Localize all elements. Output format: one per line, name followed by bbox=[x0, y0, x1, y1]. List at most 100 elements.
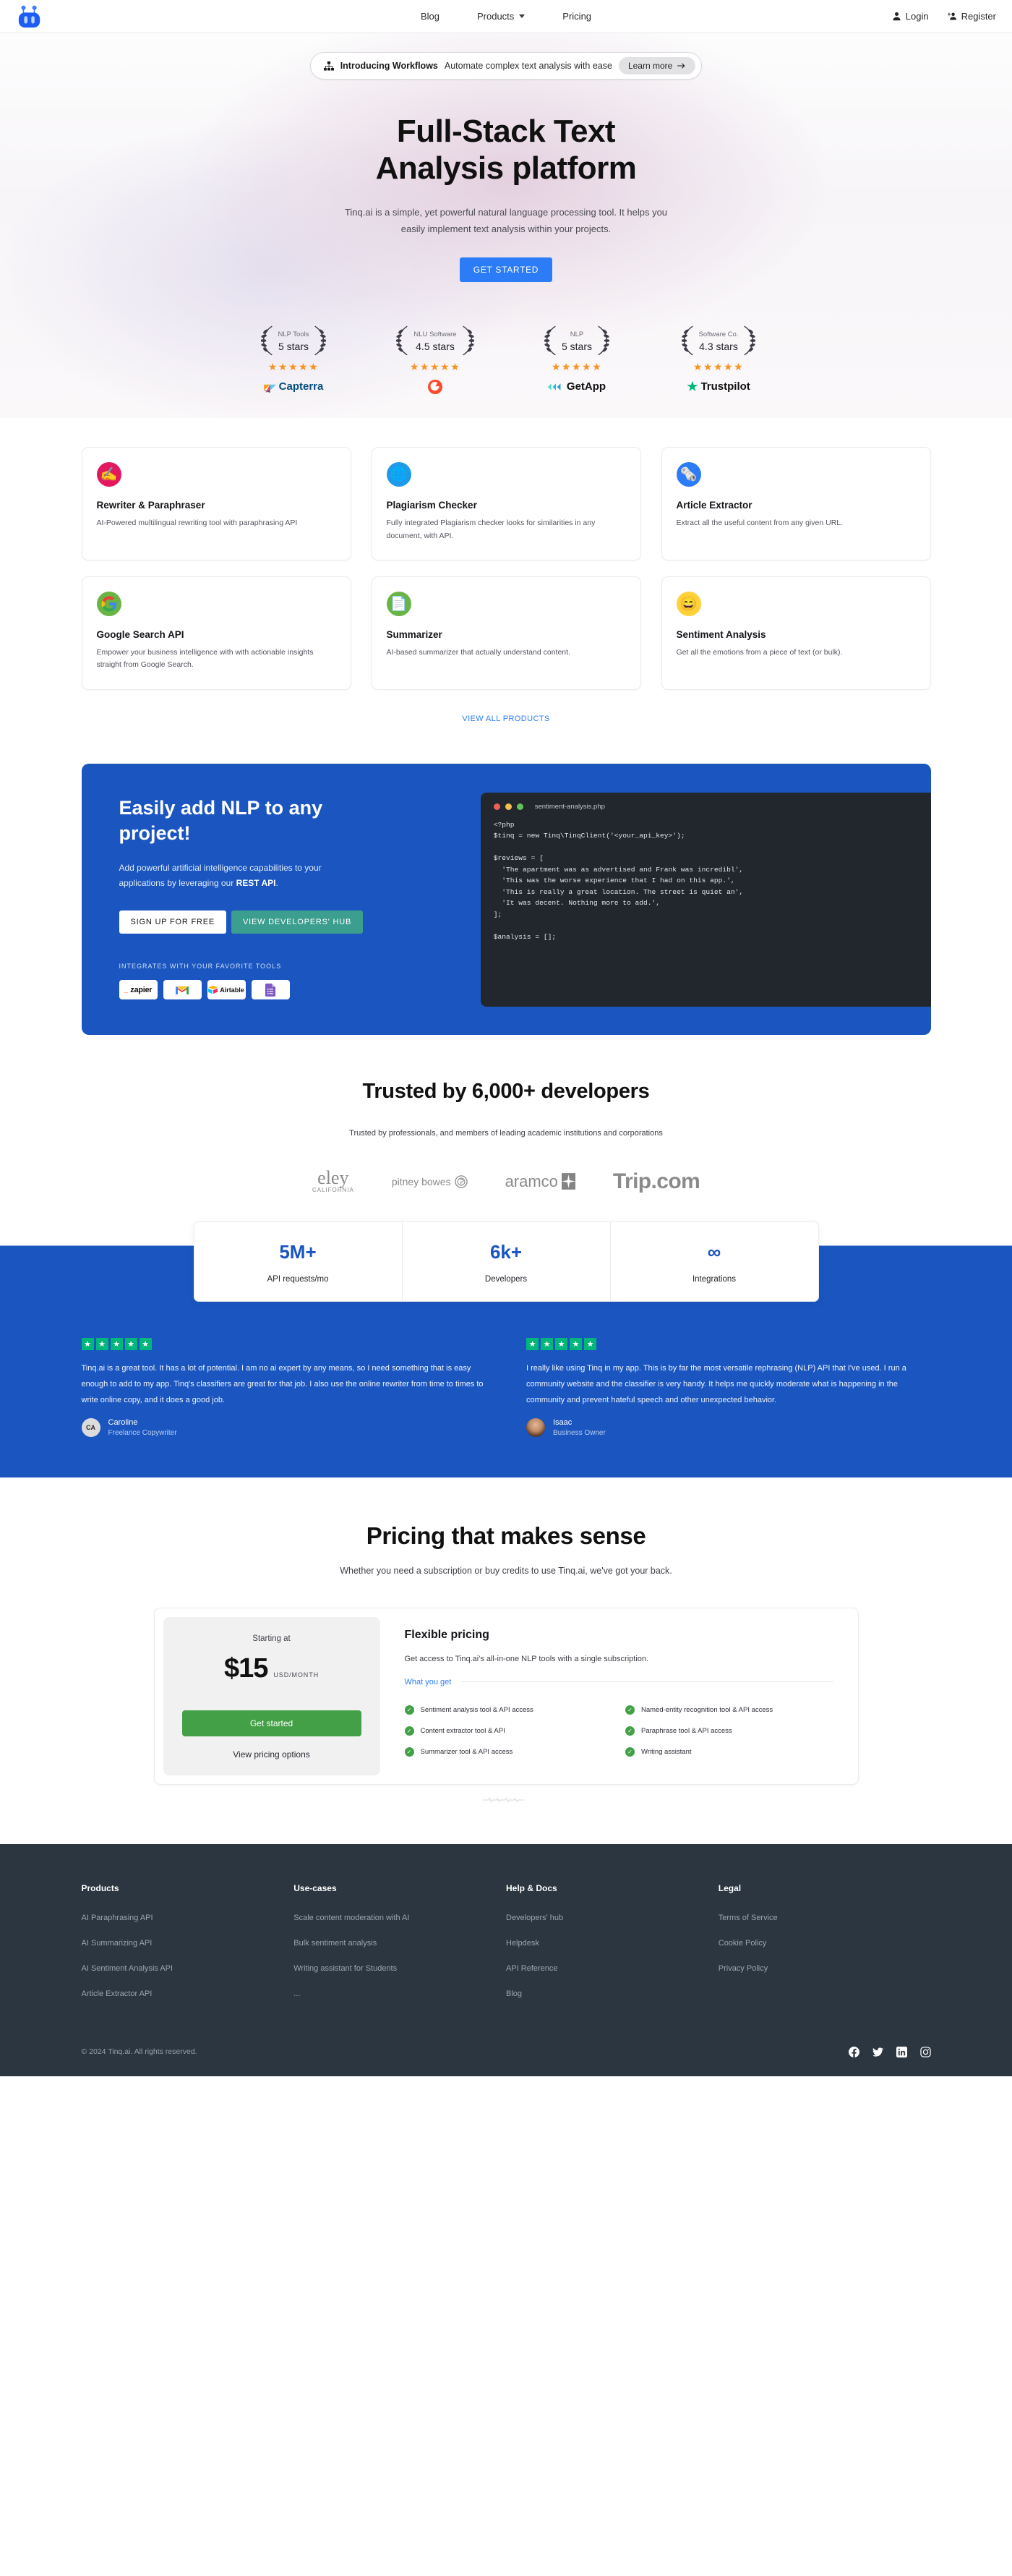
stat-value: 6k+ bbox=[489, 1240, 523, 1263]
footer-link[interactable]: Terms of Service bbox=[719, 1914, 778, 1922]
developers-hub-button[interactable]: VIEW DEVELOPERS' HUB bbox=[231, 910, 364, 934]
client-logo-pitney-bowes: pitney bowes bbox=[392, 1174, 468, 1188]
rating-badge-stars: ★★★★★ bbox=[692, 361, 745, 373]
linkedin-link[interactable] bbox=[896, 2046, 907, 2057]
pricing-feature: ✓ Named-entity recognition tool & API acc… bbox=[625, 1705, 833, 1715]
product-card-summarizer[interactable]: 📄 Summarizer AI-based summarizer that ac… bbox=[371, 576, 641, 690]
product-card-article-extractor[interactable]: 🗞️ Article Extractor Extract all the use… bbox=[661, 447, 931, 561]
hero-title-line-2: Analysis platform bbox=[375, 150, 637, 187]
login-button[interactable]: Login bbox=[892, 11, 929, 22]
announcement-bar[interactable]: Introducing Workflows Automate complex t… bbox=[309, 52, 703, 80]
window-minimize-dot[interactable] bbox=[505, 803, 512, 810]
laurel-wrap: NLP Tools 5 stars bbox=[236, 325, 351, 356]
footer-column-title: Use-cases bbox=[293, 1882, 337, 1893]
window-maximize-dot[interactable] bbox=[516, 803, 523, 810]
footer-column-title: Products bbox=[81, 1882, 119, 1893]
testimonial-stars: ★ ★ ★ ★ ★ bbox=[526, 1337, 931, 1350]
testimonial-author-name: Isaac bbox=[553, 1417, 573, 1427]
stat-developers: 6k+ Developers bbox=[403, 1221, 611, 1301]
footer-link[interactable]: Writing assistant for Students bbox=[293, 1964, 397, 1973]
zapier-logo-icon: _ zapier bbox=[119, 980, 158, 1000]
footer-link[interactable]: AI Sentiment Analysis API bbox=[82, 1964, 173, 1973]
footer-link[interactable]: ... bbox=[293, 1989, 300, 1998]
announcement-learn-more-button[interactable]: Learn more bbox=[618, 57, 696, 74]
nav-link-products[interactable]: Products bbox=[477, 11, 526, 22]
rating-badge-g2: NLU Software 4.5 stars ★★★★★ bbox=[378, 325, 492, 394]
stat-label: Integrations bbox=[692, 1274, 737, 1284]
pricing-unit: USD/MONTH bbox=[273, 1671, 319, 1679]
pricing-feature-label: Summarizer tool & API access bbox=[420, 1747, 513, 1756]
avatar bbox=[526, 1417, 545, 1437]
window-close-dot[interactable] bbox=[493, 803, 500, 810]
zapier-label: zapier bbox=[130, 985, 153, 994]
pricing-feature-label: Content extractor tool & API bbox=[420, 1726, 505, 1735]
stat-value: ∞ bbox=[707, 1240, 721, 1263]
footer-link[interactable]: AI Paraphrasing API bbox=[82, 1914, 153, 1922]
rating-badge-category: NLU Software bbox=[413, 330, 457, 338]
testimonial-body: I really like using Tinq in my app. This… bbox=[526, 1363, 906, 1404]
footer-bottom-bar: © 2024 Tinq.ai. All rights reserved. bbox=[82, 2037, 931, 2076]
pricing-feature-label: Named-entity recognition tool & API acce… bbox=[641, 1705, 773, 1714]
linkedin-icon bbox=[896, 2046, 907, 2057]
stat-label: Developers bbox=[484, 1274, 528, 1284]
footer-link[interactable]: Developers' hub bbox=[506, 1914, 563, 1922]
trustpilot-star-icon: ★ bbox=[95, 1337, 108, 1350]
footer-link[interactable]: Bulk sentiment analysis bbox=[293, 1939, 377, 1948]
instagram-link[interactable] bbox=[919, 2047, 931, 2057]
what-you-get-header: What you get bbox=[405, 1678, 833, 1686]
product-card-sentiment[interactable]: 😄 Sentiment Analysis Get all the emotion… bbox=[661, 576, 931, 690]
footer-link[interactable]: Blog bbox=[506, 1989, 522, 1998]
stats-card: 5M+ API requests/mo 6k+ Developers ∞ Int… bbox=[193, 1221, 819, 1302]
product-card-plagiarism[interactable]: 🌐 Plagiarism Checker Fully integrated Pl… bbox=[371, 447, 641, 561]
pricing-get-started-button[interactable]: Get started bbox=[181, 1710, 361, 1736]
product-card-rewriter[interactable]: ✍️ Rewriter & Paraphraser AI-Powered mul… bbox=[81, 447, 351, 561]
airtable-logo-icon: Airtable bbox=[207, 980, 246, 1000]
stat-label: API requests/mo bbox=[267, 1274, 329, 1284]
client-logo-berkeley: eley CALIFORNIA bbox=[312, 1169, 354, 1193]
footer-link[interactable]: Scale content moderation with AI bbox=[293, 1914, 409, 1922]
testimonial-author-name: Caroline bbox=[108, 1417, 138, 1427]
integration-logos: _ zapier Airtable bbox=[119, 980, 481, 1000]
view-pricing-options-link[interactable]: View pricing options bbox=[182, 1749, 361, 1760]
footer-column-title: Legal bbox=[718, 1882, 742, 1893]
footer-link[interactable]: Privacy Policy bbox=[719, 1964, 768, 1973]
pricing-feature-label: Paraphrase tool & API access bbox=[641, 1726, 732, 1735]
trustpilot-star-icon: ★ bbox=[687, 380, 698, 394]
register-button[interactable]: Register bbox=[947, 11, 996, 22]
footer-link[interactable]: AI Summarizing API bbox=[82, 1939, 153, 1948]
google-forms-logo-icon bbox=[251, 980, 290, 1000]
facebook-link[interactable] bbox=[848, 2046, 859, 2057]
arrow-right-icon bbox=[677, 63, 685, 69]
footer-link-list: Scale content moderation with AI Bulk se… bbox=[293, 1911, 506, 2000]
rating-badge-stars: ★★★★★ bbox=[409, 361, 461, 373]
laurel-right-icon bbox=[314, 326, 327, 356]
get-started-button[interactable]: GET STARTED bbox=[460, 257, 552, 283]
check-icon: ✓ bbox=[404, 1705, 414, 1715]
nav-link-blog[interactable]: Blog bbox=[421, 11, 439, 22]
testimonial-stars: ★ ★ ★ ★ ★ bbox=[81, 1337, 486, 1350]
nav-link-pricing[interactable]: Pricing bbox=[562, 11, 591, 22]
footer-link[interactable]: Article Extractor API bbox=[82, 1989, 153, 1998]
footer-link[interactable]: Cookie Policy bbox=[719, 1939, 767, 1948]
client-logos: eley CALIFORNIA pitney bowes aramco Trip… bbox=[0, 1169, 1012, 1194]
trusted-title: Trusted by 6,000+ developers bbox=[362, 1079, 650, 1103]
rating-badge-category: Software Co. bbox=[698, 330, 739, 338]
trustpilot-star-icon: ★ bbox=[541, 1337, 553, 1350]
twitter-link[interactable] bbox=[872, 2047, 883, 2057]
signup-free-button[interactable]: SIGN UP FOR FREE bbox=[119, 910, 226, 934]
google-logo-icon bbox=[96, 592, 121, 617]
footer-link[interactable]: Helpdesk bbox=[506, 1939, 539, 1948]
testimonial-author: Isaac Business Owner bbox=[526, 1417, 931, 1437]
view-all-products-link[interactable]: VIEW ALL PRODUCTS bbox=[0, 715, 1012, 723]
site-logo[interactable] bbox=[16, 4, 43, 29]
nav-account-actions: Login Register bbox=[892, 11, 996, 22]
api-cta-desc-pre: Add powerful artificial intelligence cap… bbox=[119, 862, 322, 889]
footer-column-use-cases: Use-cases Scale content moderation with … bbox=[293, 1883, 506, 2012]
laurel-left-icon bbox=[260, 326, 273, 356]
product-card-title: Article Extractor bbox=[676, 500, 752, 511]
product-card-google-search[interactable]: Google Search API Empower your business … bbox=[81, 576, 351, 690]
pricing-subtitle: Whether you need a subscription or buy c… bbox=[340, 1565, 672, 1576]
footer-link[interactable]: API Reference bbox=[506, 1964, 558, 1973]
trustpilot-star-icon: ★ bbox=[555, 1337, 567, 1350]
api-cta-copy: Easily add NLP to any project! Add power… bbox=[82, 764, 481, 1035]
